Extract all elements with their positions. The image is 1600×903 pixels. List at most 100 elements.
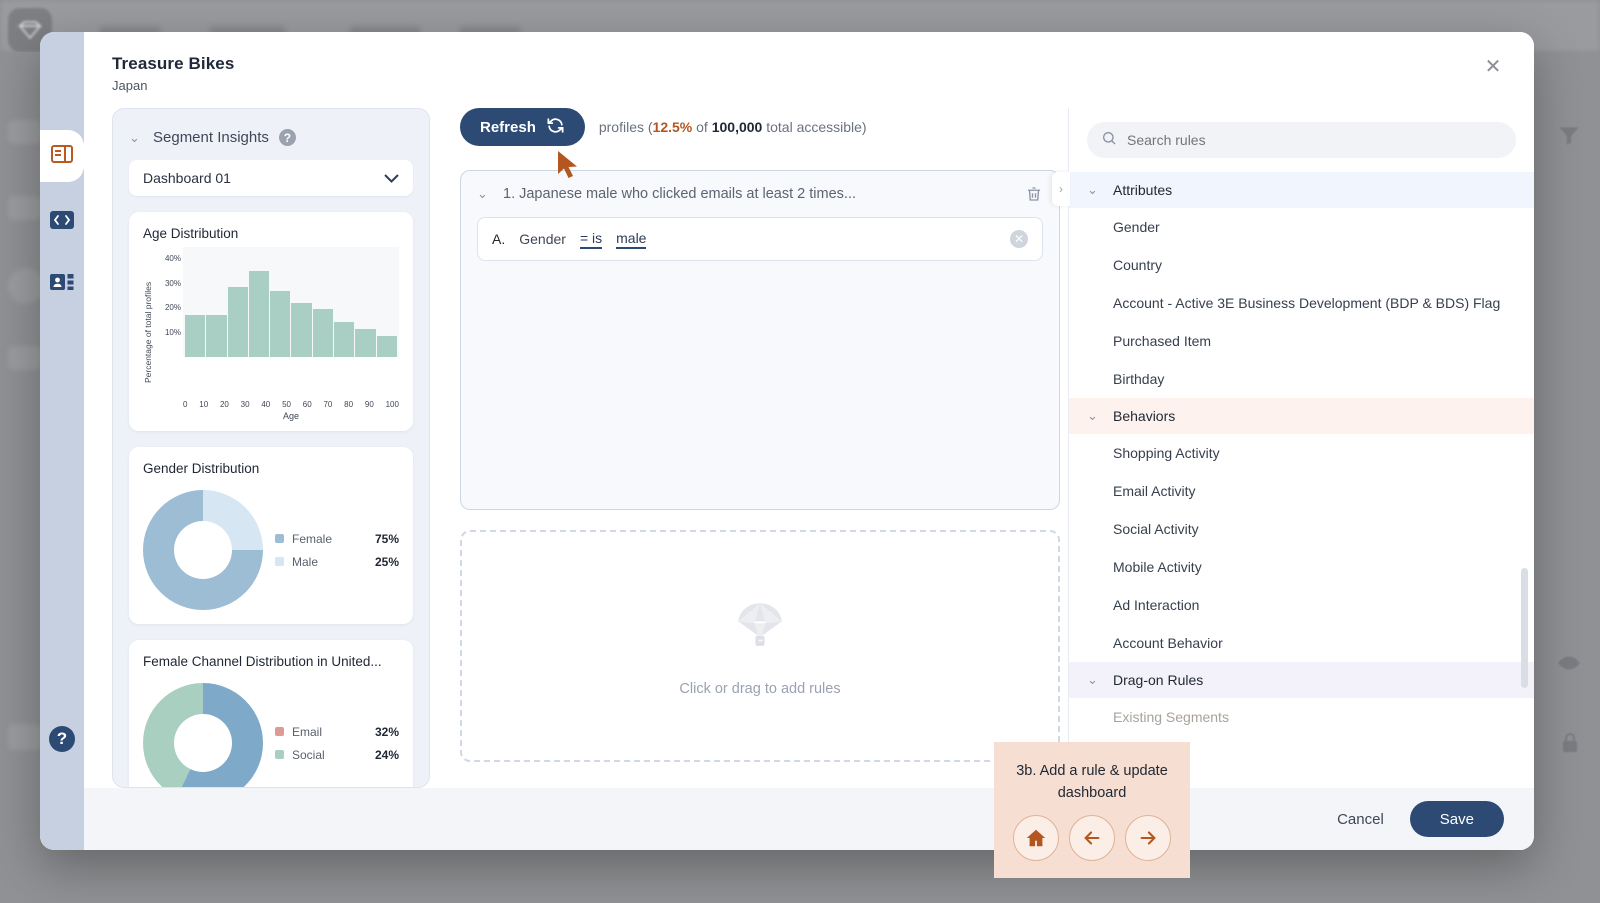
profile-prefix: profiles ( <box>598 119 653 135</box>
legend-value: 32% <box>374 724 399 739</box>
profile-count: profiles (12.5% of 100,000 total accessi… <box>599 119 867 135</box>
backdrop-avatar <box>8 268 44 304</box>
search-input[interactable] <box>1127 132 1502 148</box>
profile-mid: of <box>692 119 712 135</box>
legend-label: Female <box>292 531 333 546</box>
rail-item-panel-layout[interactable] <box>48 142 76 170</box>
legend-label: Email <box>292 724 323 739</box>
x-tick-label: 50 <box>282 400 291 409</box>
age-histogram: Percentage of total profiles 40% 30% 20% 10… <box>143 247 399 397</box>
rule-list-item[interactable]: Shopping Activity <box>1069 434 1534 472</box>
rule-list-item[interactable]: Existing Segments <box>1069 698 1534 736</box>
close-circle-icon[interactable]: ✕ <box>1010 230 1028 248</box>
legend-label: Social <box>292 747 325 762</box>
card-title: Female Channel Distribution in United... <box>143 654 382 669</box>
trash-icon[interactable] <box>1025 185 1043 203</box>
histogram-bars <box>183 247 399 357</box>
arrow-left-icon[interactable] <box>1069 814 1115 861</box>
x-tick-label: 30 <box>240 400 250 409</box>
refresh-icon <box>546 116 565 139</box>
question-mark-icon[interactable]: ? <box>278 129 296 146</box>
card-title: Age Distribution <box>143 226 239 241</box>
rules-group-header-dragon[interactable]: ⌄ Drag-on Rules <box>1069 662 1534 698</box>
chevron-down-icon: ⌄ <box>1087 408 1098 423</box>
coach-tooltip-text: 3b. Add a rule & update dashboard <box>1016 763 1168 802</box>
search-wrapper <box>1069 108 1534 172</box>
profile-percent: 12.5% <box>652 119 693 135</box>
chevron-down-icon[interactable]: ⌄ <box>477 186 491 202</box>
segment-editor-modal: ? Treasure Bikes Japan ✕ ⌄ Segment Insig… <box>40 32 1534 850</box>
rules-group-header-attributes[interactable]: ⌄ Attributes <box>1069 172 1534 208</box>
rule-list-item[interactable]: Mobile Activity <box>1069 548 1534 586</box>
dashboard-select[interactable]: Dashboard 01 <box>129 160 413 196</box>
arrow-right-icon[interactable] <box>1125 814 1171 861</box>
histogram-bar <box>291 303 312 357</box>
rule-list-item[interactable]: Birthday <box>1069 360 1534 398</box>
parachute-icon <box>731 596 789 659</box>
histogram-bar <box>270 291 291 357</box>
rule-list-item[interactable]: Country <box>1069 246 1534 284</box>
home-icon[interactable] <box>1013 814 1059 861</box>
coach-nav-buttons <box>994 814 1190 861</box>
histogram-bar <box>355 328 376 357</box>
rule-list-item[interactable]: Email Activity <box>1069 472 1534 510</box>
chevron-right-icon[interactable]: › <box>1052 172 1070 206</box>
rule-list-item[interactable]: Social Activity <box>1069 510 1534 548</box>
histogram-bar <box>334 321 355 357</box>
x-tick-label: 40 <box>261 400 271 409</box>
rule-list-item[interactable]: Account Behavior <box>1069 624 1534 662</box>
rules-group-label: Attributes <box>1113 182 1173 198</box>
rule-list-item[interactable]: Purchased Item <box>1069 322 1534 360</box>
modal-footer: Cancel Save <box>84 788 1534 850</box>
legend-swatch <box>275 750 284 759</box>
chevron-down-icon <box>384 171 399 186</box>
segment-insights-title: Segment Insights <box>153 129 269 146</box>
rules-library-panel: ⌄ Attributes GenderCountryAccount - Active… <box>1068 108 1534 788</box>
rules-group-header-behaviors[interactable]: ⌄ Behaviors <box>1069 398 1534 434</box>
help-button[interactable]: ? <box>49 726 75 752</box>
condition-field[interactable]: Gender <box>519 231 566 247</box>
legend-row: Female 75% <box>275 532 399 546</box>
segment-insights-header[interactable]: ⌄ Segment Insights ? <box>113 109 429 146</box>
x-tick-label: 10 <box>199 400 209 409</box>
chevron-down-icon: ⌄ <box>1087 672 1098 687</box>
coach-tooltip: 3b. Add a rule & update dashboard <box>994 742 1190 878</box>
rule-group-header[interactable]: ⌄ 1. Japanese male who clicked emails at… <box>477 185 1043 203</box>
rule-condition-row[interactable]: A. Gender = is male ✕ <box>477 217 1043 261</box>
rule-dropzone[interactable]: Click or drag to add rules <box>460 530 1060 762</box>
legend-swatch <box>275 727 284 736</box>
x-tick-label: 60 <box>302 400 312 409</box>
legend-row: Email 32% <box>275 725 399 739</box>
rule-list-item[interactable]: Account - Active 3E Business Development… <box>1069 284 1534 322</box>
condition-operator[interactable]: = is <box>579 230 603 249</box>
legend-value: 75% <box>374 531 399 546</box>
rail-item-code[interactable] <box>48 208 76 236</box>
dashboard-select-value: Dashboard 01 <box>143 170 231 186</box>
save-button[interactable]: Save <box>1409 801 1504 837</box>
contact-card-icon <box>49 271 75 298</box>
backdrop-chip <box>8 346 42 370</box>
gender-legend: Female 75% Male 25% <box>275 523 399 578</box>
x-tick-label: 80 <box>344 400 354 409</box>
panel-layout-icon <box>50 143 74 170</box>
rules-scrollbar[interactable] <box>1521 568 1528 688</box>
x-axis-label: Age <box>282 411 299 421</box>
channel-donut-chart <box>143 683 263 787</box>
close-icon[interactable]: ✕ <box>1480 54 1506 80</box>
legend-swatch <box>275 534 284 543</box>
search-box[interactable] <box>1087 122 1516 158</box>
left-rail: ? <box>40 32 84 850</box>
refresh-button[interactable]: Refresh <box>460 108 585 146</box>
condition-value[interactable]: male <box>616 230 647 249</box>
chevron-down-icon: ⌄ <box>1087 182 1098 197</box>
rail-item-contact-card[interactable] <box>48 270 76 298</box>
backdrop-chip <box>8 196 42 220</box>
refresh-button-label: Refresh <box>480 118 536 136</box>
card-age-distribution: Age Distribution Percentage of total pro… <box>129 212 413 431</box>
rule-list-item[interactable]: Ad Interaction <box>1069 586 1534 624</box>
segment-insights-panel: ⌄ Segment Insights ? Dashboard 01 Age Di… <box>112 108 430 788</box>
rules-group-label: Drag-on Rules <box>1113 672 1204 688</box>
rule-list-item[interactable]: Gender <box>1069 208 1534 246</box>
cancel-button[interactable]: Cancel <box>1337 811 1384 828</box>
x-tick-label: 0 <box>183 400 188 409</box>
